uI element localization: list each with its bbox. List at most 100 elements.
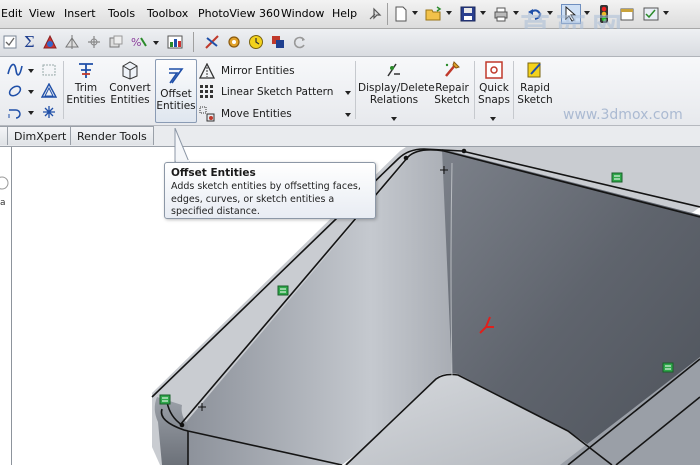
chevron-down-icon[interactable] [490,117,496,121]
relation-marker[interactable] [611,172,623,183]
repair-label-line2: Sketch [434,94,470,106]
tooltip-line: Adds sketch entities by offsetting faces… [171,181,361,192]
chevron-down-icon[interactable] [28,111,34,115]
svg-text:a: a [0,198,6,208]
repair-sketch-icon [442,60,462,80]
tooltip-title: Offset Entities [171,167,256,179]
rectangle-icon[interactable] [41,62,57,78]
tooltip-body: Adds sketch entities by offsetting faces… [171,181,369,219]
point-icon[interactable] [41,104,57,120]
mass-properties-icon[interactable] [62,32,82,52]
svg-text:Σ: Σ [24,34,35,50]
open-folder-icon[interactable] [424,4,444,24]
chevron-down-icon[interactable] [663,11,669,15]
move-icon [199,106,215,122]
quick-snaps-icon [484,60,504,80]
sketch-vertex[interactable] [403,155,409,161]
chevron-down-icon[interactable] [446,11,452,15]
watermark-url: www.3dmox.com [563,107,683,123]
chevron-down-icon[interactable] [28,69,34,73]
trim-label-line2: Entities [66,94,106,106]
check-icon[interactable] [84,32,104,52]
menu-edit[interactable]: Edit [1,7,22,20]
rapid-sketch-button[interactable]: Rapid Sketch [516,60,554,118]
tooltip-line: edges, curves, or sketch entities a [171,193,335,205]
offset-entities-button[interactable]: Offset Entities [155,59,197,123]
display-delete-relations-button[interactable]: Display/Delete Relations [358,60,435,118]
chevron-down-icon[interactable] [28,90,34,94]
mirror-entities-button[interactable]: Mirror Entities [199,62,295,80]
menu-window[interactable]: Window [281,7,324,20]
convert-icon [120,60,140,80]
convert-label-line2: Entities [110,94,150,106]
chevron-down-icon[interactable] [513,11,519,15]
linear-sketch-pattern-button[interactable]: Linear Sketch Pattern [199,83,333,101]
feature-manager-pane[interactable]: a [0,147,12,465]
quick-snaps-button[interactable]: Quick Snaps [477,60,511,118]
chevron-down-icon[interactable] [153,41,159,45]
tab-dimxpert[interactable]: DimXpert [7,126,74,145]
tab-render-tools[interactable]: Render Tools [70,126,154,145]
quick-snaps-label-line1: Quick [479,82,509,94]
ellipse-icon[interactable] [7,83,23,99]
rapid-sketch-icon [525,60,545,80]
menu-help[interactable]: Help [332,7,357,20]
geometry-analysis-icon[interactable] [106,32,126,52]
checkbox-icon[interactable] [0,32,20,52]
polygon-icon[interactable] [41,83,57,99]
chevron-down-icon[interactable] [345,91,351,95]
sketch-vertex[interactable] [461,148,467,154]
secondary-toolbar: Σ % [0,29,700,57]
relation-marker[interactable] [662,362,674,373]
print-icon[interactable] [491,4,511,24]
svg-text:%: % [131,36,141,49]
tooltip-line: specified distance. [171,206,260,217]
sigma-icon[interactable]: Σ [20,32,40,52]
menu-toolbox[interactable]: Toolbox [147,7,188,20]
timer-icon[interactable] [246,32,266,52]
color-appearance-icon[interactable] [268,32,288,52]
save-icon[interactable] [458,4,478,24]
chevron-down-icon[interactable] [345,113,351,117]
convert-entities-button[interactable]: Convert Entities [108,60,152,120]
sketch-vertex[interactable] [179,422,185,428]
menu-bar: Edit View Insert Tools Toolbox PhotoView… [0,0,700,47]
repair-sketch-button[interactable]: Repair Sketch [432,60,472,118]
move-entities-button[interactable]: Move Entities [199,105,292,123]
offset-entities-tooltip: Offset Entities Adds sketch entities by … [164,162,376,219]
tooltip-pointer [174,128,190,163]
convert-label-line1: Convert [109,82,151,94]
options-icon[interactable] [641,4,661,24]
offset-icon [166,66,186,86]
menu-view[interactable]: View [29,7,55,20]
mirror-icon [199,63,215,79]
rapid-label-line2: Sketch [517,94,553,106]
refresh-icon[interactable] [290,32,310,52]
chevron-down-icon[interactable] [480,11,486,15]
sketch-tools-icon[interactable] [202,32,222,52]
menu-tools[interactable]: Tools [108,7,135,20]
evaluate-icon[interactable]: % [130,32,150,52]
relation-marker[interactable] [277,285,289,296]
trim-label-line1: Trim [74,82,98,94]
statistics-icon[interactable] [165,32,185,52]
quick-snaps-label-line2: Snaps [478,94,510,106]
menu-photoview[interactable]: PhotoView 360 [198,7,280,20]
trim-entities-button[interactable]: Trim Entities [66,60,106,120]
relations-label-line2: Relations [369,94,419,106]
chevron-down-icon[interactable] [391,117,397,121]
section-properties-icon[interactable] [40,32,60,52]
offset-label-line2: Entities [156,100,196,112]
offset-label-line1: Offset [160,88,192,100]
new-document-icon[interactable] [391,4,411,24]
command-manager: Trim Entities Convert Entities Offset En… [0,57,700,126]
menu-insert[interactable]: Insert [64,7,96,20]
relations-icon [384,60,404,80]
pin-icon[interactable] [365,4,385,24]
chevron-down-icon[interactable] [412,11,418,15]
relation-marker[interactable] [159,394,171,405]
spline-icon[interactable] [7,62,23,78]
mirror-label: Mirror Entities [221,65,295,77]
tangent-arc-icon[interactable] [7,104,23,120]
gear-icon[interactable] [224,32,244,52]
